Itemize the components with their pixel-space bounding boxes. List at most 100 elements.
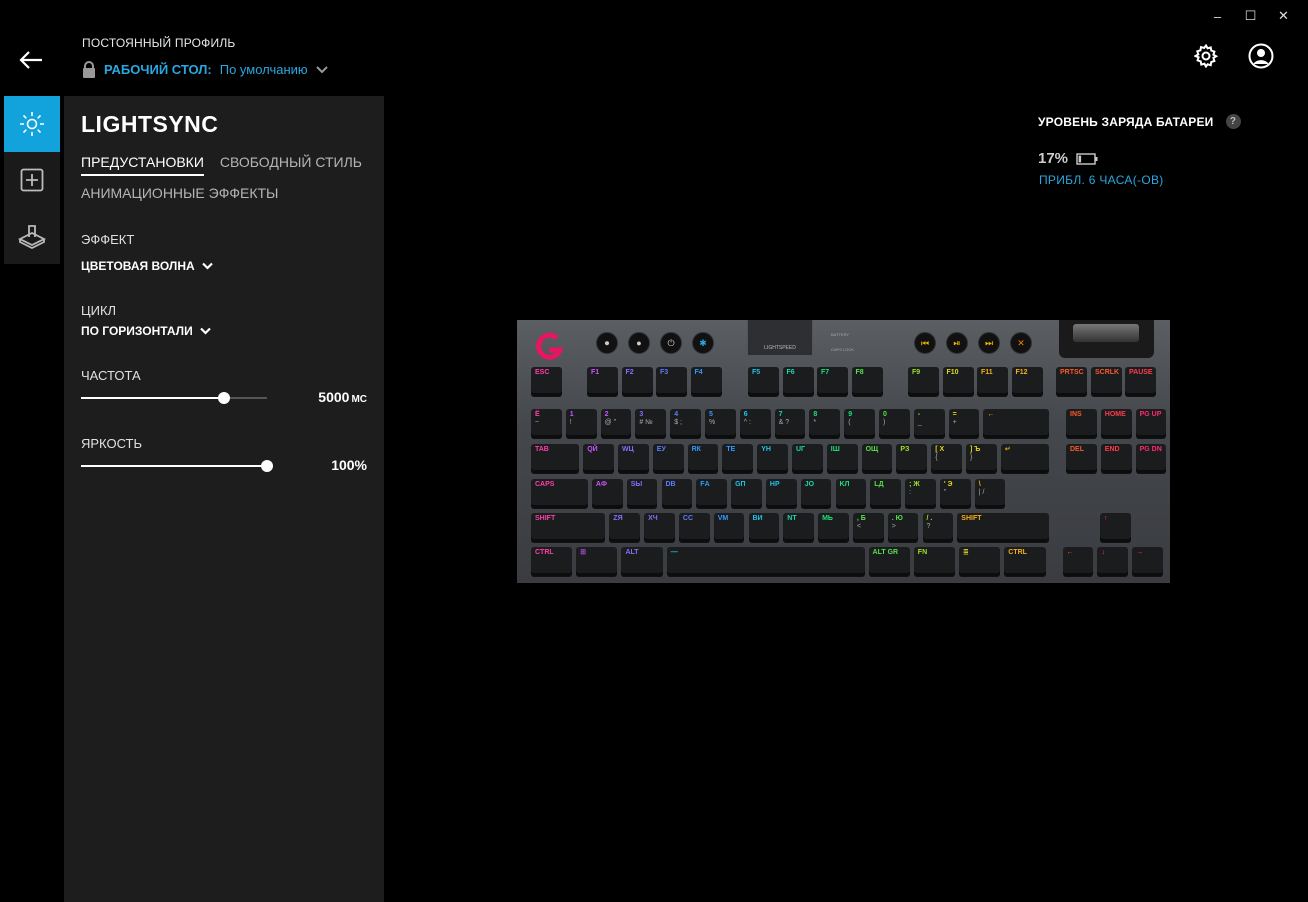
key-label: . Ю <box>891 515 903 522</box>
key-label: 0 <box>883 411 887 418</box>
key-label: CС <box>682 515 694 522</box>
brightness-label: ЯРКОСТЬ <box>81 436 143 451</box>
account-button[interactable] <box>1245 40 1277 72</box>
profile-caption: ПОСТОЯННЫЙ ПРОФИЛЬ <box>82 36 236 50</box>
keyboard-key: BИ <box>748 513 780 542</box>
tab-freestyle[interactable]: СВОБОДНЫЙ СТИЛЬ <box>220 154 362 176</box>
key-label: ← <box>1066 549 1074 556</box>
battery-percent: 17% <box>1038 150 1069 167</box>
lighting-tabs: ПРЕДУСТАНОВКИ СВОБОДНЫЙ СТИЛЬ <box>81 154 362 176</box>
keyboard-key: EУ <box>652 444 684 473</box>
key-label: ] Ъ <box>970 446 981 453</box>
key-sublabel: % <box>709 419 716 426</box>
keyboard-key: PAUSE <box>1125 367 1156 396</box>
keyboard-key: DEL <box>1066 444 1097 473</box>
effect-value: ЦВЕТОВАЯ ВОЛНА <box>81 259 195 273</box>
keyboard-key: TЕ <box>722 444 754 473</box>
rail-item-game-mode[interactable] <box>4 208 60 264</box>
keyboard-key: FА <box>696 479 728 508</box>
key-label: 5 <box>709 411 713 418</box>
key-label: 2 <box>604 411 609 418</box>
keyboard-key: F12 <box>1011 367 1043 396</box>
key-label: ↓ <box>1101 549 1105 556</box>
key-label: ≣ <box>963 549 969 556</box>
keyboard-key: ↵ <box>1000 444 1049 473</box>
key-label: 7 <box>778 411 783 418</box>
key-sublabel: _ <box>917 419 922 426</box>
mic-key-icon: ● <box>628 332 650 354</box>
keyboard-key: ↑ <box>1100 513 1131 542</box>
keyboard-key: F6 <box>782 367 814 396</box>
minimize-button[interactable]: – <box>1201 8 1234 24</box>
key-label: FА <box>700 481 710 488</box>
help-icon[interactable]: ? <box>1225 114 1241 129</box>
slider-fill <box>81 465 267 467</box>
key-label: NТ <box>787 515 797 522</box>
back-button[interactable] <box>14 44 48 76</box>
key-label: PG UP <box>1139 411 1162 418</box>
keyboard-key: 9( <box>844 409 875 438</box>
effect-label: ЭФФЕКТ <box>81 232 135 247</box>
key-label: CAPS <box>535 481 555 488</box>
profile-selector[interactable]: РАБОЧИЙ СТОЛ: По умолчанию <box>82 61 328 78</box>
keyboard-key: F4 <box>690 367 722 396</box>
key-label: ALT GR <box>872 549 899 556</box>
keyboard-key: F9 <box>908 367 939 396</box>
key-sublabel: $ ; <box>674 419 682 426</box>
key-label: 9 <box>848 411 853 418</box>
key-label: LД <box>874 481 884 488</box>
tab-animations[interactable]: АНИМАЦИОННЫЕ ЭФФЕКТЫ <box>81 185 278 201</box>
gear-icon <box>1194 44 1218 68</box>
chevron-down-icon <box>315 65 328 73</box>
key-label: ; Ж <box>909 481 920 488</box>
key-label: / . <box>926 515 933 522</box>
keyboard-key: VМ <box>713 513 745 542</box>
frequency-slider[interactable] <box>81 391 267 405</box>
keyboard-key: ZЯ <box>609 513 641 542</box>
key-sublabel: { <box>935 454 938 461</box>
frequency-number: 5000 <box>318 389 350 405</box>
key-label: QЙ <box>587 446 598 453</box>
side-rail <box>4 96 60 264</box>
chevron-down-icon <box>199 327 211 335</box>
battery-title: УРОВЕНЬ ЗАРЯДА БАТАРЕИ ? <box>1038 114 1241 129</box>
key-label: F4 <box>694 369 703 376</box>
slider-thumb[interactable] <box>261 460 273 472</box>
rail-item-assignments[interactable] <box>4 152 60 208</box>
lightsync-icon <box>20 112 44 136</box>
effect-dropdown[interactable]: ЦВЕТОВАЯ ВОЛНА <box>81 259 213 273</box>
key-label: 4 <box>674 411 679 418</box>
keyboard-key: AФ <box>591 479 623 508</box>
key-label: F3 <box>660 369 669 376</box>
brightness-slider[interactable] <box>81 459 273 473</box>
key-label: F9 <box>912 369 921 376</box>
cycle-dropdown[interactable]: ПО ГОРИЗОНТАЛИ <box>81 324 211 338</box>
maximize-button[interactable]: ☐ <box>1234 8 1267 24</box>
key-label: → <box>1136 549 1144 556</box>
key-label: AФ <box>595 481 607 488</box>
logitech-g-logo-icon <box>536 332 564 360</box>
close-button[interactable]: ✕ <box>1267 8 1300 24</box>
settings-button[interactable] <box>1190 40 1222 72</box>
key-label: F6 <box>786 369 795 376</box>
battery-icon <box>1076 152 1098 165</box>
keyboard-key: ≣ <box>959 547 1001 576</box>
key-label: 3 <box>639 411 644 418</box>
keyboard-key: ALT GR <box>868 547 910 576</box>
slider-thumb[interactable] <box>218 392 231 404</box>
keyboard-key: PG DN <box>1135 444 1167 473</box>
keyboard-key: 2 @ " <box>600 409 632 438</box>
frequency-unit: МС <box>351 394 367 405</box>
tab-presets[interactable]: ПРЕДУСТАНОВКИ <box>81 154 204 176</box>
rail-item-lightsync[interactable] <box>4 96 60 152</box>
lock-icon <box>83 61 95 78</box>
frequency-value: 5000 МС <box>318 389 367 405</box>
key-label: YН <box>761 446 771 453</box>
key-sublabel: | / <box>978 489 985 496</box>
key-label: = <box>952 411 957 418</box>
key-sublabel: ^ : <box>743 419 751 426</box>
key-label: JО <box>804 481 815 488</box>
keyboard-key: CAPS <box>531 479 588 508</box>
keyboard-key: HР <box>765 479 797 508</box>
battery-indicator: BATTERY <box>831 332 850 337</box>
